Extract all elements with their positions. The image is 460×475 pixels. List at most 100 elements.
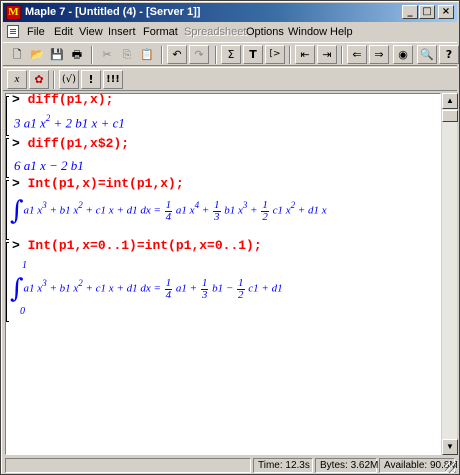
- input-line[interactable]: > diff(p1,x$2);: [12, 136, 129, 151]
- outdent-icon: ⇤: [300, 48, 310, 61]
- cut-icon: ✂: [102, 48, 112, 61]
- execution-group-bracket[interactable]: [6, 96, 9, 136]
- auto-correct-button[interactable]: (√): [59, 70, 79, 89]
- save-button[interactable]: 💾: [47, 45, 67, 64]
- forward-arrow-icon: ⇒: [374, 48, 384, 61]
- output-derivative: 3 a1 x2 + 2 b1 x + c1: [14, 113, 125, 131]
- back-button[interactable]: ⇐: [347, 45, 367, 64]
- menu-file[interactable]: File: [27, 26, 45, 38]
- scroll-up-button[interactable]: ▲: [442, 93, 458, 109]
- input-line[interactable]: > diff(p1,x);: [12, 93, 114, 107]
- title-bar[interactable]: M Maple 7 - [Untitled (4) - [Server 1]] …: [3, 3, 457, 22]
- prompt-symbol: >: [12, 136, 20, 151]
- stop-button[interactable]: ◉: [393, 45, 413, 64]
- up-arrow-icon: ▲: [446, 96, 454, 105]
- toolbar-separator: [341, 46, 343, 64]
- redo-icon: ↷: [194, 48, 204, 61]
- input-line[interactable]: > Int(p1,x=0..1)=int(p1,x=0..1);: [12, 238, 262, 253]
- execute-all-icon: !!!: [106, 74, 120, 85]
- menu-bar: File Edit View Insert Format Spreadsheet…: [3, 23, 457, 41]
- cut-button[interactable]: ✂: [97, 45, 117, 64]
- close-icon: ×: [441, 6, 451, 17]
- undo-button[interactable]: ↶: [167, 45, 187, 64]
- copy-button[interactable]: ⎘: [117, 45, 137, 64]
- copy-icon: ⎘: [122, 48, 132, 61]
- help-icon: ?: [445, 48, 453, 61]
- redo-button[interactable]: ↷: [189, 45, 209, 64]
- insert-prompt-button[interactable]: [>: [265, 45, 285, 64]
- math-mode-icon: x: [14, 73, 20, 85]
- maple-input-button[interactable]: ✿: [29, 70, 49, 89]
- maximize-button[interactable]: □: [419, 5, 435, 19]
- maple-app-icon[interactable]: M: [6, 5, 21, 20]
- menu-format[interactable]: Format: [143, 26, 178, 38]
- execution-group-bracket[interactable]: [6, 180, 9, 240]
- maple-command[interactable]: diff(p1,x);: [28, 94, 114, 107]
- paste-button[interactable]: 📋: [137, 45, 157, 64]
- integral-lower-limit: 0: [20, 306, 25, 317]
- forward-button[interactable]: ⇒: [369, 45, 389, 64]
- menu-insert[interactable]: Insert: [108, 26, 136, 38]
- input-line[interactable]: > Int(p1,x)=int(p1,x);: [12, 176, 184, 191]
- output-second-derivative: 6 a1 x − 2 b1: [14, 158, 84, 173]
- integral-upper-limit: 1: [22, 260, 27, 271]
- prompt-symbol: >: [12, 238, 20, 253]
- execute-all-button[interactable]: !!!: [103, 70, 123, 89]
- text-input-button[interactable]: T: [243, 45, 263, 64]
- maple-command[interactable]: diff(p1,x$2);: [28, 136, 129, 151]
- status-time: Time: 12.3s: [253, 458, 313, 473]
- undo-icon: ↶: [172, 48, 182, 61]
- menu-options[interactable]: Options: [246, 26, 284, 38]
- status-message: [5, 458, 251, 473]
- scroll-down-button[interactable]: ▼: [442, 439, 458, 455]
- maple-command[interactable]: Int(p1,x=0..1)=int(p1,x=0..1);: [28, 238, 262, 253]
- open-button[interactable]: 📂: [27, 45, 47, 64]
- help-button[interactable]: ?: [439, 45, 459, 64]
- zoom-icon: 🔍: [420, 48, 434, 61]
- status-available: Available: 90.8M: [379, 458, 458, 473]
- window-title: Maple 7 - [Untitled (4) - [Server 1]]: [25, 6, 201, 18]
- stop-icon: ◉: [398, 48, 408, 61]
- outdent-button[interactable]: ⇤: [295, 45, 315, 64]
- toolbar-separator: [91, 46, 93, 64]
- minimize-icon: _: [407, 6, 413, 17]
- execute-button[interactable]: !: [81, 70, 101, 89]
- indent-button[interactable]: ⇥: [317, 45, 337, 64]
- output-definite-integral: ∫a1 x3 + b1 x2 + c1 x + d1 dx = 14 a1 + …: [10, 274, 283, 304]
- menu-window[interactable]: Window: [288, 26, 327, 38]
- maple-command[interactable]: Int(p1,x)=int(p1,x);: [28, 176, 184, 191]
- print-icon: 🖶: [71, 48, 83, 61]
- close-button[interactable]: ×: [438, 5, 454, 19]
- maple-leaf-icon: ✿: [34, 73, 44, 86]
- maximize-icon: □: [422, 6, 432, 17]
- math-input-button[interactable]: Σ: [221, 45, 241, 64]
- paste-icon: 📋: [140, 48, 154, 61]
- zoom-button[interactable]: 🔍: [417, 45, 437, 64]
- math-mode-button[interactable]: x: [7, 70, 27, 89]
- prompt-symbol: >: [12, 93, 20, 107]
- execution-group-bracket[interactable]: [6, 138, 9, 178]
- output-indefinite-integral: ∫a1 x3 + b1 x2 + c1 x + d1 dx = 14 a1 x4…: [10, 196, 327, 226]
- document-icon[interactable]: [7, 25, 19, 38]
- resize-grip-icon[interactable]: [445, 462, 456, 473]
- text-t-icon: T: [249, 48, 257, 61]
- insert-prompt-icon: [>: [269, 49, 281, 59]
- save-icon: 💾: [50, 48, 64, 61]
- print-button[interactable]: 🖶: [67, 45, 87, 64]
- menu-view[interactable]: View: [79, 26, 103, 38]
- menu-edit[interactable]: Edit: [54, 26, 73, 38]
- execution-group-bracket[interactable]: [6, 242, 9, 322]
- vertical-scrollbar[interactable]: ▲ ▼: [441, 93, 458, 455]
- new-document-button[interactable]: 🗋: [7, 45, 27, 64]
- menu-help[interactable]: Help: [330, 26, 353, 38]
- toolbar-separator: [161, 46, 163, 64]
- main-toolbar: 🗋 📂 💾 🖶 ✂ ⎘ 📋 ↶ ↷ Σ T [> ⇤ ⇥ ⇐ ⇒ ◉ 🔍 ?: [3, 42, 459, 66]
- indent-icon: ⇥: [322, 48, 332, 61]
- new-document-icon: 🗋: [12, 48, 22, 61]
- toolbar-separator: [53, 71, 55, 89]
- back-arrow-icon: ⇐: [352, 48, 362, 61]
- worksheet[interactable]: > diff(p1,x); 3 a1 x2 + 2 b1 x + c1 > di…: [5, 93, 441, 455]
- minimize-button[interactable]: _: [402, 5, 418, 19]
- scroll-thumb[interactable]: [442, 110, 458, 122]
- menu-spreadsheet: Spreadsheet: [184, 26, 247, 38]
